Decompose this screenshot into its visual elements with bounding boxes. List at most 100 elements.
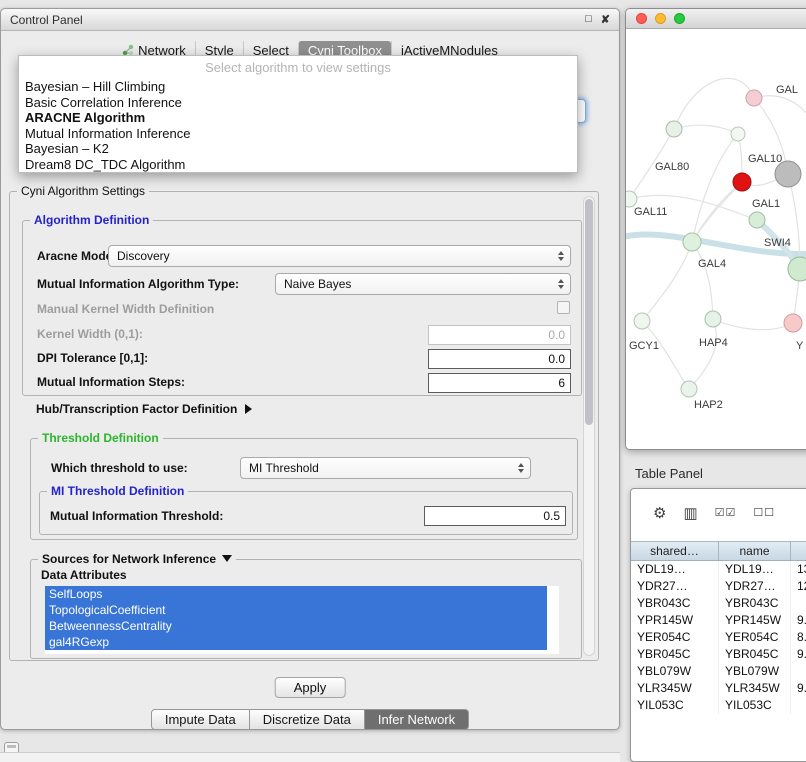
attribute-item-selected[interactable]: TopologicalCoefficient — [45, 602, 547, 618]
table-row[interactable]: YBR043CYBR043C — [631, 595, 806, 612]
algorithm-option[interactable]: Mutual Information Inference — [19, 126, 577, 142]
attribute-item-selected[interactable]: gal4RGexp — [45, 634, 547, 650]
network-node[interactable] — [681, 381, 697, 397]
mi-threshold-input[interactable] — [424, 506, 566, 526]
mi-steps-input[interactable] — [428, 373, 571, 393]
network-edge[interactable] — [674, 125, 738, 134]
table-cell: 8. — [791, 629, 806, 646]
settings-scrollbar-thumb[interactable] — [585, 199, 593, 425]
algorithm-dropdown-popup: Select algorithm to view settings Bayesi… — [18, 55, 578, 173]
network-node[interactable] — [626, 191, 637, 207]
network-node-label: GAL80 — [655, 161, 689, 173]
sources-title[interactable]: Sources for Network Inference — [38, 552, 236, 566]
network-edge[interactable] — [642, 321, 689, 389]
network-edge[interactable] — [754, 96, 806, 139]
zoom-traffic-light-icon[interactable] — [674, 13, 685, 24]
network-node[interactable] — [731, 127, 745, 141]
hub-definition-disclosure[interactable]: Hub/Transcription Factor Definition — [36, 400, 252, 418]
selected-value: Discovery — [117, 249, 170, 263]
attribute-item-selected[interactable]: SelfLoops — [45, 586, 547, 602]
table-row[interactable]: YBL079WYBL079W — [631, 663, 806, 680]
bottom-divider — [0, 752, 620, 762]
algorithm-option[interactable]: Dream8 DC_TDC Algorithm — [19, 157, 577, 173]
column-chooser-icon[interactable]: ▥ — [683, 506, 697, 521]
deselect-all-icon[interactable]: ☐☐ — [753, 508, 775, 519]
network-node[interactable] — [666, 121, 682, 137]
column-header-shared-name[interactable]: shared… — [631, 542, 719, 560]
apply-button[interactable]: Apply — [275, 677, 346, 698]
manual-kernel-width-checkbox[interactable] — [557, 301, 570, 314]
which-threshold-select[interactable]: MI Threshold — [240, 457, 531, 479]
network-canvas[interactable]: GALGAL80GAL10GAL11GAL1SWI4GAL4GCY1HAP4HA… — [626, 29, 806, 449]
algorithm-option[interactable]: Basic Correlation Inference — [19, 95, 577, 111]
table-cell: YER054C — [631, 629, 719, 646]
attribute-item-selected[interactable]: BetweennessCentrality — [45, 618, 547, 634]
table-cell — [791, 663, 806, 680]
table-cell: 9. — [791, 612, 806, 629]
table-row[interactable]: YPR145WYPR145W9. — [631, 612, 806, 629]
algorithm-definition-group: Algorithm Definition Aracne Mode: Discov… — [22, 220, 582, 396]
network-node[interactable] — [746, 90, 762, 106]
network-node[interactable] — [733, 173, 751, 191]
combo-stepper-icon — [518, 463, 524, 473]
table-panel-title: Table Panel — [635, 466, 703, 481]
table-cell: YPR145W — [631, 612, 719, 629]
table-cell: YLR345W — [631, 680, 719, 697]
table-row[interactable]: YER054CYER054C8. — [631, 629, 806, 646]
float-window-icon[interactable]: □ — [585, 13, 592, 26]
close-traffic-light-icon[interactable] — [636, 13, 647, 24]
table-cell: 9. — [791, 680, 806, 697]
select-all-icon[interactable]: ☑☑ — [715, 508, 737, 519]
algorithm-option-highlighted[interactable]: ARACNE Algorithm — [19, 110, 577, 126]
network-edge[interactable] — [674, 78, 754, 129]
table-cell: YDR27… — [631, 578, 719, 595]
network-edge[interactable] — [713, 319, 793, 330]
network-node[interactable] — [784, 314, 802, 332]
table-row[interactable]: YDR27…YDR27…12 — [631, 578, 806, 595]
data-attributes-list[interactable]: SelfLoops TopologicalCoefficient Between… — [45, 586, 559, 654]
column-header-name[interactable]: name — [719, 542, 791, 560]
dpi-tolerance-input[interactable] — [428, 349, 571, 369]
table-cell — [791, 595, 806, 612]
table-row[interactable]: YLR345WYLR345W9. — [631, 680, 806, 697]
settings-scrollbar[interactable] — [583, 196, 595, 656]
table-cell: 12 — [791, 578, 806, 595]
network-edge[interactable] — [689, 319, 716, 389]
data-attributes-label: Data Attributes — [41, 566, 127, 584]
manual-kernel-width-label: Manual Kernel Width Definition — [37, 301, 214, 317]
table-row[interactable]: YIL053CYIL053C — [631, 697, 806, 714]
tab-impute-data[interactable]: Impute Data — [151, 709, 250, 730]
minimize-traffic-light-icon[interactable] — [655, 13, 666, 24]
table-cell — [791, 697, 806, 714]
network-edge[interactable] — [642, 242, 692, 321]
close-window-icon[interactable]: ✘ — [601, 13, 610, 26]
dropdown-placeholder-option[interactable]: Select algorithm to view settings — [19, 58, 577, 79]
tab-infer-network[interactable]: Infer Network — [365, 709, 469, 730]
network-node-label: HAP2 — [694, 399, 723, 411]
network-edge[interactable] — [692, 134, 738, 242]
settings-group-title: Cyni Algorithm Settings — [17, 184, 149, 198]
tab-discretize-data[interactable]: Discretize Data — [250, 709, 365, 730]
network-node[interactable] — [705, 311, 721, 327]
table-row[interactable]: YBR045CYBR045C9. — [631, 646, 806, 663]
algorithm-option[interactable]: Bayesian – Hill Climbing — [19, 79, 577, 95]
network-node[interactable] — [683, 233, 701, 251]
which-threshold-label: Which threshold to use: — [51, 457, 188, 479]
network-node[interactable] — [749, 212, 765, 228]
network-node[interactable] — [634, 313, 650, 329]
network-edge[interactable] — [692, 242, 713, 319]
titlebar-buttons: □ ✘ — [585, 13, 610, 26]
algorithm-option[interactable]: Bayesian – K2 — [19, 141, 577, 157]
settings-gear-icon[interactable]: ⚙ — [653, 506, 666, 521]
mi-algorithm-type-select[interactable]: Naive Bayes — [275, 273, 571, 295]
table-cell: YBR043C — [719, 595, 791, 612]
threshold-definition-group: Threshold Definition Which threshold to … — [30, 438, 578, 540]
network-canvas-svg[interactable]: GALGAL80GAL10GAL11GAL1SWI4GAL4GCY1HAP4HA… — [626, 29, 806, 450]
selected-value: MI Threshold — [249, 461, 319, 475]
kernel-width-input[interactable] — [428, 325, 571, 345]
column-header-partial[interactable] — [791, 542, 806, 560]
aracne-mode-select[interactable]: Discovery — [108, 245, 571, 267]
network-window-titlebar — [626, 9, 806, 29]
table-cell: YPR145W — [719, 612, 791, 629]
table-row[interactable]: YDL19…YDL19…13 — [631, 561, 806, 578]
